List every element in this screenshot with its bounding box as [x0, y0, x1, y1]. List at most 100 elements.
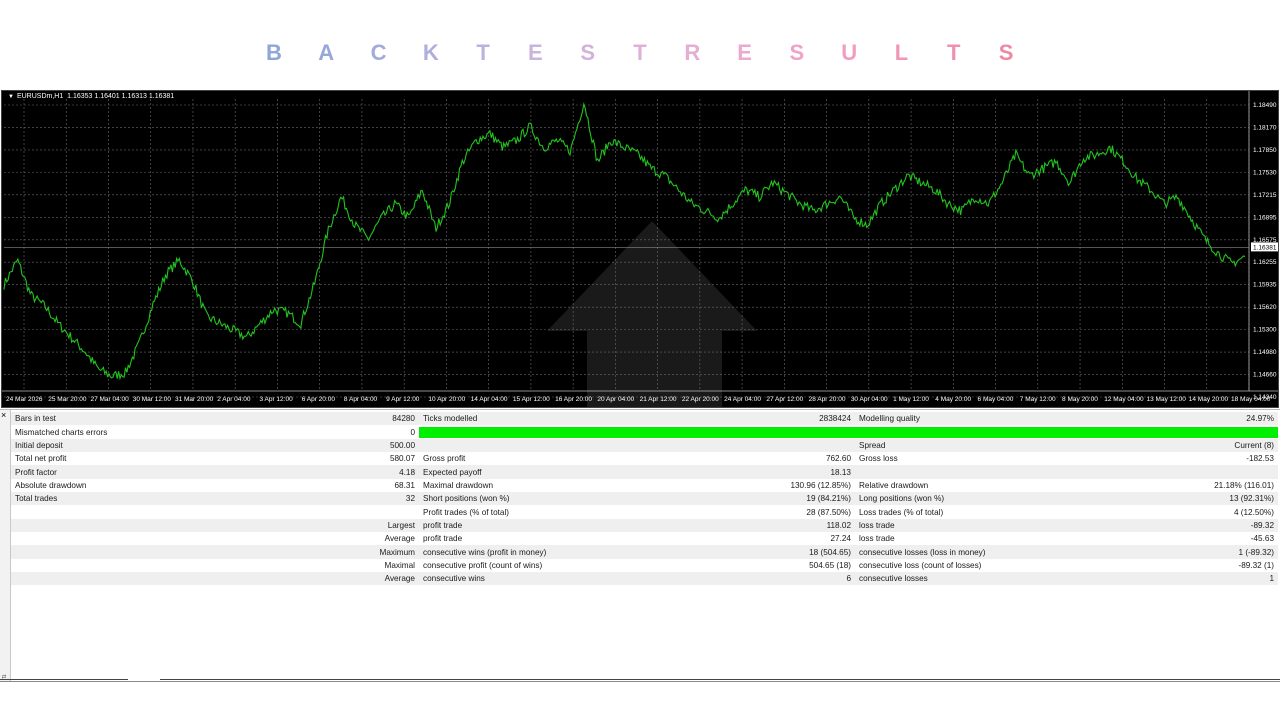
- title-letter: R: [684, 40, 701, 65]
- time-label: 16 Apr 20:00: [555, 396, 592, 403]
- time-label: 20 Apr 04:00: [597, 396, 634, 403]
- stats-cell-c3: profit trade: [419, 532, 587, 546]
- backtest-report-panel: × ⇅ Bars in test 84280 Ticks modelled 28384…: [0, 409, 1280, 682]
- price-label: 1.15935: [1253, 282, 1277, 289]
- price-label: 1.15300: [1253, 327, 1277, 334]
- stats-cell-c1: [11, 545, 139, 559]
- time-label: 6 May 04:00: [978, 396, 1014, 403]
- time-label: 7 May 12:00: [1020, 396, 1056, 403]
- stats-cell-c4: 6: [587, 572, 855, 586]
- time-label: 8 Apr 04:00: [344, 396, 378, 403]
- stats-cell-c3: consecutive wins: [419, 572, 587, 586]
- stats-cell-c4: 762.60: [587, 452, 855, 466]
- stats-cell-c4: 19 (84.21%): [587, 492, 855, 506]
- bottom-divider: [0, 679, 1280, 680]
- stats-row: Bars in test 84280 Ticks modelled 2838424 Mo…: [11, 412, 1278, 426]
- close-icon[interactable]: ×: [1, 411, 6, 420]
- stats-cell-c1: Total net profit: [11, 452, 139, 466]
- price-label: 1.16255: [1253, 259, 1277, 266]
- stats-cell-c5: loss trade: [855, 518, 1023, 533]
- title-letter: A: [318, 40, 335, 65]
- stats-cell-c6: 13 (92.31%): [1023, 492, 1278, 506]
- stats-cell-c6: 21.18% (116.01): [1023, 478, 1278, 493]
- stats-cell-c3: [419, 438, 587, 453]
- price-label: 1.16895: [1253, 214, 1277, 221]
- stats-cell-c1: [11, 532, 139, 546]
- stats-cell-c2: 32: [139, 492, 419, 506]
- stats-cell-c6: -89.32: [1023, 518, 1278, 533]
- time-label: 12 May 04:00: [1104, 396, 1144, 403]
- stats-cell-c3: Ticks modelled: [419, 412, 587, 426]
- stats-cell-c2: 580.07: [139, 452, 419, 466]
- stats-cell-c5: consecutive losses: [855, 572, 1023, 586]
- stats-cell-c4: 2838424: [587, 412, 855, 426]
- time-label: 25 Mar 20:00: [48, 396, 87, 403]
- stats-cell-c5: [855, 465, 1023, 479]
- stats-cell-c6: -45.63: [1023, 532, 1278, 546]
- stats-row: Mismatched charts errors 0: [11, 425, 1278, 439]
- price-label: 1.18170: [1253, 124, 1277, 131]
- stats-cell-c6: -182.53: [1023, 452, 1278, 466]
- ohlc-readout: 1.16353 1.16401 1.16313 1.16381: [67, 93, 175, 100]
- time-label: 18 May 04:00: [1231, 396, 1271, 403]
- stats-cell-c2: Largest: [139, 518, 419, 533]
- stats-cell-c6: Current (8): [1023, 438, 1278, 453]
- stats-cell-c1: Total trades: [11, 492, 139, 506]
- time-label: 14 May 20:00: [1189, 396, 1229, 403]
- stats-cell-c6: [1023, 465, 1278, 479]
- time-label: 15 Apr 12:00: [513, 396, 550, 403]
- time-label: 3 Apr 12:00: [259, 396, 293, 403]
- stats-cell-c5: consecutive losses (loss in money): [855, 545, 1023, 559]
- stats-cell-c5: Long positions (won %): [855, 492, 1023, 506]
- title-letter: S: [789, 40, 805, 65]
- collapse-triangle-icon[interactable]: ▼: [8, 94, 14, 100]
- stats-cell-c3: Expected payoff: [419, 465, 587, 479]
- stats-cell-c3: consecutive wins (profit in money): [419, 545, 587, 559]
- stats-cell-c4: 18 (504.65): [587, 545, 855, 559]
- time-label: 14 Apr 04:00: [471, 396, 508, 403]
- stats-row: Largest profit trade 118.02 loss trade -89.3…: [11, 518, 1278, 533]
- stats-cell-c2: Maximal: [139, 558, 419, 573]
- current-price-label: 1.16381: [1253, 244, 1277, 251]
- time-label: 21 Apr 12:00: [640, 396, 677, 403]
- time-label: 22 Apr 20:00: [682, 396, 719, 403]
- time-label: 24 Mar 2026: [6, 396, 43, 403]
- symbol-label: EURUSDm,H1: [16, 93, 64, 100]
- chart-canvas[interactable]: 1.18490 1.18170 1.17850 1.17530 1.17215 1.168…: [2, 91, 1278, 407]
- stats-cell-c3: Short positions (won %): [419, 492, 587, 506]
- stats-row: Maximal consecutive profit (count of wins…: [11, 558, 1278, 573]
- price-label: 1.17215: [1253, 192, 1277, 199]
- title-letter: S: [580, 40, 596, 65]
- title-letter: E: [528, 40, 543, 65]
- stats-cell-c4: 28 (87.50%): [587, 505, 855, 519]
- stats-cell-c4: 130.96 (12.85%): [587, 478, 855, 493]
- time-label: 6 Apr 20:00: [302, 396, 336, 403]
- stats-cell-c5: loss trade: [855, 532, 1023, 546]
- stats-cell-c4: [587, 438, 855, 453]
- stats-cell-c2: 68.31: [139, 478, 419, 493]
- bottom-divider-gap: [128, 677, 160, 681]
- stats-cell-c2: Average: [139, 532, 419, 546]
- price-label: 1.17850: [1253, 147, 1277, 154]
- stats-cell-c4: 504.65 (18): [587, 558, 855, 573]
- time-label: 4 May 20:00: [935, 396, 971, 403]
- time-label: 8 May 20:00: [1062, 396, 1098, 403]
- time-label: 13 May 12:00: [1147, 396, 1187, 403]
- stats-cell-c4: 118.02: [587, 518, 855, 533]
- price-label: 1.14980: [1253, 349, 1277, 356]
- time-label: 27 Apr 12:00: [766, 396, 803, 403]
- stats-cell-c1: Mismatched charts errors: [11, 425, 139, 439]
- price-chart[interactable]: 1.18490 1.18170 1.17850 1.17530 1.17215 1.168…: [1, 90, 1279, 408]
- title-letter: C: [370, 40, 387, 65]
- stats-cell-c6: 1 (-89.32): [1023, 545, 1278, 559]
- stats-row: Total net profit 580.07 Gross profit 762.60…: [11, 452, 1278, 466]
- stats-cell-c2: 84280: [139, 412, 419, 426]
- stats-cell-c2: Average: [139, 572, 419, 586]
- title-letter: T: [476, 40, 490, 65]
- stats-cell-c6: 4 (12.50%): [1023, 505, 1278, 519]
- title-letter: S: [998, 40, 1014, 65]
- title-letter: T: [947, 40, 961, 65]
- stats-cell-c5: consecutive loss (count of losses): [855, 558, 1023, 573]
- time-label: 30 Mar 12:00: [133, 396, 172, 403]
- title-letter: U: [841, 40, 858, 65]
